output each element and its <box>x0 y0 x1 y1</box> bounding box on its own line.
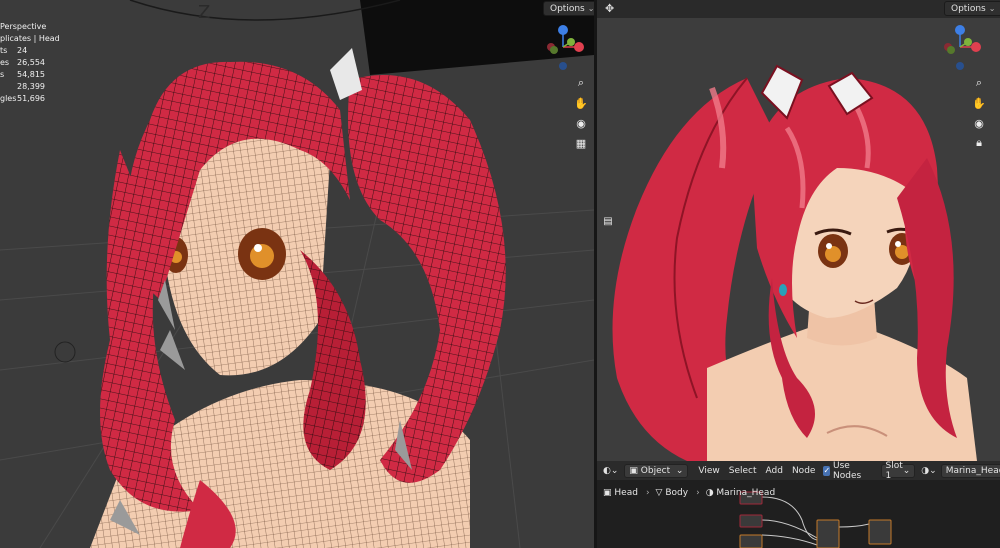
chevron-down-icon: ⌄ <box>988 4 996 13</box>
axis-z-label: Z <box>198 2 210 23</box>
breadcrumb-label: Head <box>614 488 638 498</box>
options-dropdown[interactable]: Options ⌄ <box>543 1 594 16</box>
material-name-field[interactable]: Marina_Head <box>940 463 1000 478</box>
menu-view[interactable]: View <box>698 466 719 476</box>
camera-icon[interactable]: ◉ <box>970 114 988 132</box>
chevron-down-icon: ⌄ <box>675 465 684 476</box>
mesh-icon: ▽ <box>655 488 663 498</box>
options-dropdown[interactable]: Options ⌄ <box>944 1 1000 16</box>
stat-row: s 54,815 <box>0 70 45 79</box>
gizmo-x-axis <box>574 42 584 52</box>
zoom-icon[interactable]: ⌕ <box>572 74 590 92</box>
chevron-right-icon: › <box>645 488 650 498</box>
gizmo-y-axis <box>567 38 575 46</box>
lock-icon[interactable]: 🔒︎ <box>970 134 988 152</box>
node-editor-header: ◐⌄ ▣ Object ⌄ View Select Add Node ✓ Use… <box>597 460 1000 481</box>
chevron-right-icon: › <box>696 488 700 498</box>
menu-select[interactable]: Select <box>729 466 757 476</box>
wireframe-scene: Z <box>0 0 594 548</box>
zoom-icon[interactable]: ⌕ <box>970 74 988 92</box>
node-links <box>761 496 870 546</box>
pan-hand-icon[interactable]: ✋ <box>970 94 988 112</box>
gizmo-y-axis <box>964 38 972 46</box>
right-viewport-header: ✥ Options ⌄ <box>597 0 1000 18</box>
use-nodes-toggle[interactable]: ✓ Use Nodes <box>823 461 864 481</box>
right-viewport[interactable]: ✥ Options ⌄ ⌕ ✋ ◉ 🔒︎ ▤ <box>597 0 1000 461</box>
pan-hand-icon[interactable]: ✋ <box>572 94 590 112</box>
stat-row: 28,399 <box>17 82 45 91</box>
stat-row: ts 24 <box>0 46 28 55</box>
breadcrumb-label: Body <box>665 488 689 498</box>
breadcrumb-item-body[interactable]: ▽ Body <box>656 488 689 498</box>
object-type-dropdown[interactable]: ▣ Object ⌄ <box>624 463 689 478</box>
menu-node[interactable]: Node <box>792 466 816 476</box>
object-icon: ▣ <box>603 488 612 498</box>
breadcrumb-item-head[interactable]: ▣ Head <box>603 488 638 498</box>
material-sphere-icon[interactable]: ◑⌄ <box>921 466 936 476</box>
material-icon: ◑ <box>705 488 714 498</box>
viewport-info: Perspective plicates | Head ts 24 es 26,55… <box>0 21 60 105</box>
gizmo-z-axis <box>955 25 965 35</box>
slot-dropdown[interactable]: Slot 1 ⌄ <box>880 460 916 481</box>
options-label: Options <box>550 4 585 14</box>
sidebar-toggle-icon[interactable]: ▤ <box>599 212 617 230</box>
object-type-label: Object <box>640 465 671 476</box>
breadcrumb-item-material[interactable]: ◑ Marina_Head <box>706 488 775 498</box>
use-nodes-label: Use Nodes <box>833 460 862 481</box>
chevron-down-icon: ⌄ <box>902 465 911 476</box>
stat-row: gles 51,696 <box>0 94 45 103</box>
breadcrumb-label: Marina_Head <box>716 488 776 498</box>
earring <box>779 284 787 296</box>
navigation-gizmo[interactable] <box>538 22 588 72</box>
view-mode: Perspective <box>0 22 47 31</box>
rendered-character <box>612 64 977 461</box>
collection-info: plicates | Head <box>0 34 60 43</box>
gizmo-z-axis <box>558 25 568 35</box>
material-name: Marina_Head <box>945 465 1000 476</box>
gizmo-x-axis <box>971 42 981 52</box>
stat-row: es 26,554 <box>0 58 45 67</box>
move-cursor-icon[interactable]: ✥ <box>605 2 614 15</box>
camera-icon[interactable]: ◉ <box>572 114 590 132</box>
navigation-gizmo[interactable] <box>935 22 985 72</box>
grid-view-icon[interactable]: ▦ <box>572 134 590 152</box>
slot-label: Slot 1 <box>885 460 903 481</box>
breadcrumb: ▣ Head › ▽ Body › ◑ Marina_Head <box>597 485 775 501</box>
options-label: Options <box>951 4 986 14</box>
editor-type-icon[interactable]: ◐⌄ <box>603 466 618 476</box>
left-viewport[interactable]: Z Perspective plicates | Head ts 24 es 26,… <box>0 0 594 548</box>
checkbox-checked-icon[interactable]: ✓ <box>823 465 831 476</box>
node-editor[interactable]: ◐⌄ ▣ Object ⌄ View Select Add Node ✓ Use… <box>597 461 1000 548</box>
cube-icon: ▣ <box>629 465 638 476</box>
menu-add[interactable]: Add <box>766 466 783 476</box>
